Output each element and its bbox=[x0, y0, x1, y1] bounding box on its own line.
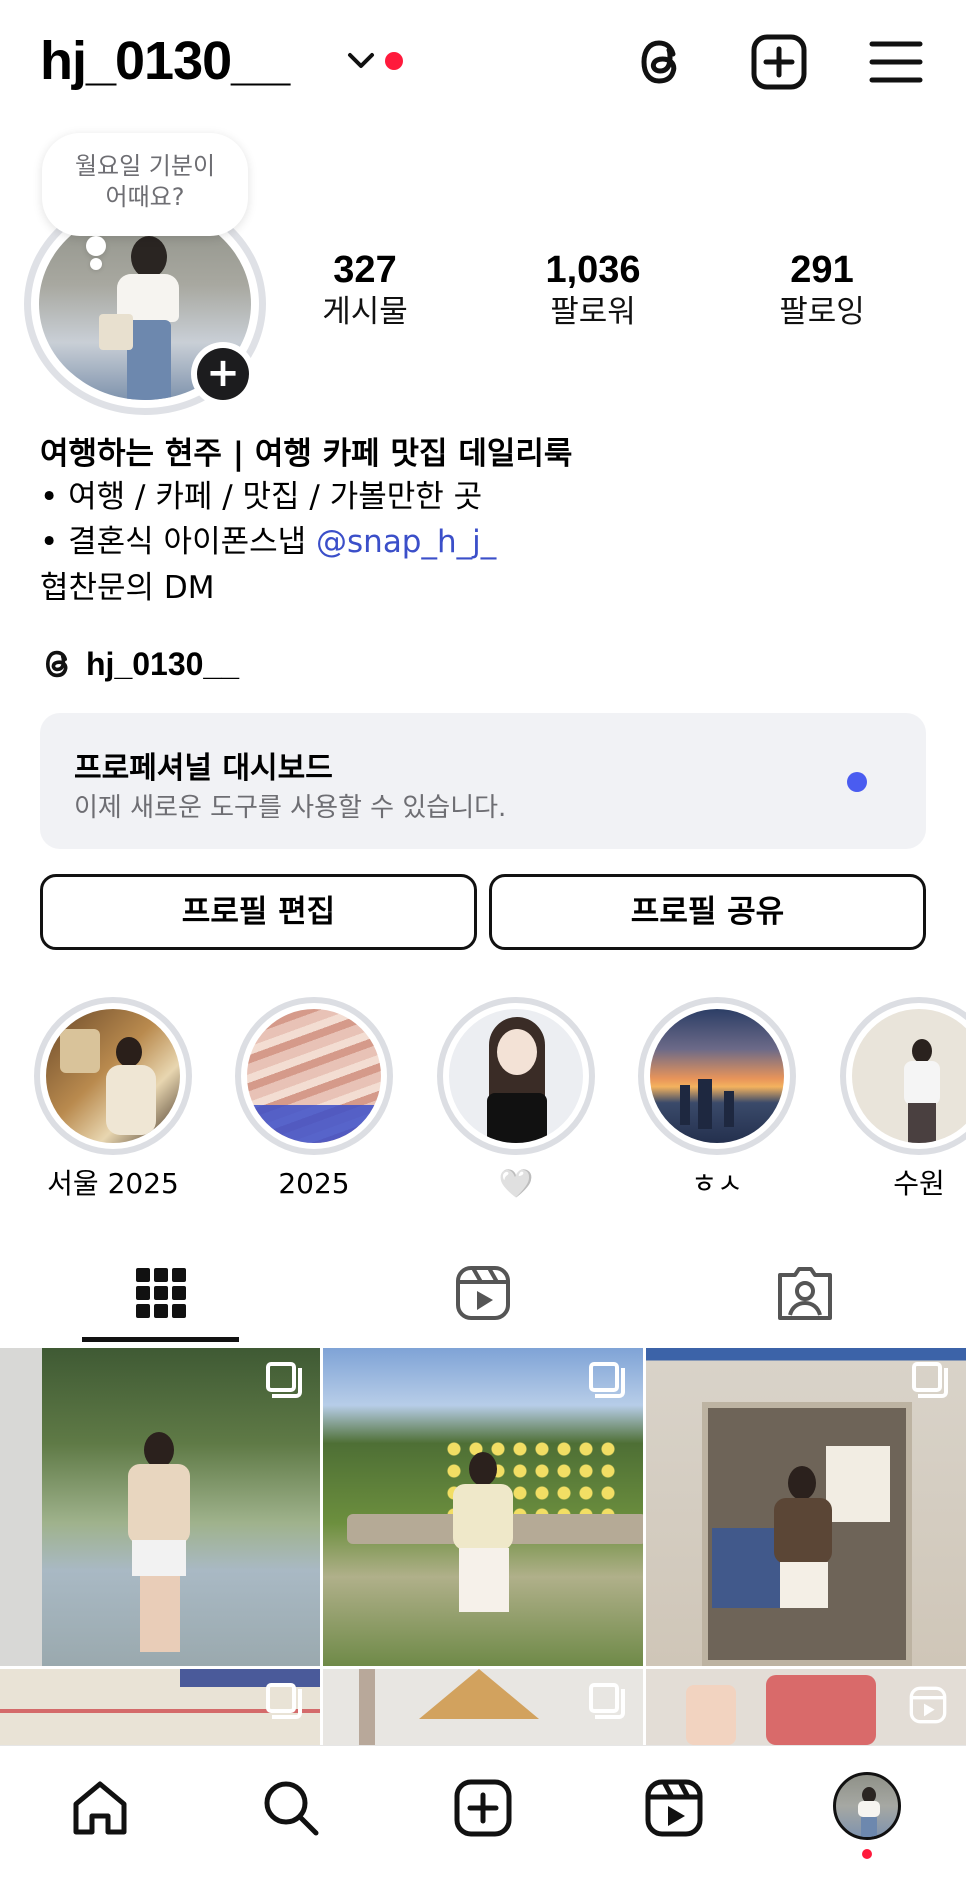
reel-icon bbox=[909, 1686, 947, 1724]
profile-tab-avatar[interactable] bbox=[833, 1772, 901, 1840]
following-count-label: 팔로잉 bbox=[779, 294, 865, 330]
post-thumbnail[interactable] bbox=[323, 1348, 643, 1666]
carousel-icon bbox=[912, 1362, 948, 1398]
create-icon[interactable] bbox=[451, 1776, 515, 1840]
mention-link[interactable]: @snap_h_j_ bbox=[316, 524, 496, 560]
highlight-ring bbox=[840, 997, 966, 1155]
plus-icon: + bbox=[197, 348, 249, 400]
top-header: hj_0130__ bbox=[0, 0, 966, 125]
highlight-item[interactable]: 수원 bbox=[840, 997, 966, 1201]
highlight-ring bbox=[235, 997, 393, 1155]
avatar-figure-head bbox=[131, 236, 167, 278]
following-count-value: 291 bbox=[790, 249, 854, 291]
followers-count[interactable]: 1,036 팔로워 bbox=[493, 248, 693, 332]
bio-line-1: • 여행 / 카페 / 맛집 / 가볼만한 곳 bbox=[40, 479, 483, 515]
bio-line-2-text: • 결혼식 아이폰스냅 bbox=[40, 524, 317, 560]
highlight-cover bbox=[650, 1009, 784, 1143]
followers-count-label: 팔로워 bbox=[550, 294, 636, 330]
dashboard-title: 프로페셔널 대시보드 bbox=[74, 751, 333, 786]
highlight-label: 서울 2025 bbox=[47, 1167, 179, 1200]
carousel-icon bbox=[266, 1362, 302, 1398]
highlight-item[interactable]: ㅎㅅ bbox=[638, 997, 796, 1201]
highlight-cover bbox=[247, 1009, 381, 1143]
note-bubble[interactable]: 월요일 기분이 어때요? bbox=[42, 133, 248, 236]
posts-count-label: 게시물 bbox=[322, 294, 408, 330]
posts-count-value: 327 bbox=[333, 249, 397, 291]
highlight-cover bbox=[852, 1009, 966, 1143]
profile-activity-dot bbox=[862, 1849, 872, 1859]
highlight-ring bbox=[638, 997, 796, 1155]
highlight-item[interactable]: 🤍 bbox=[437, 997, 595, 1201]
highlight-label: 2025 bbox=[278, 1167, 350, 1200]
bottom-navigation bbox=[0, 1745, 966, 1883]
threads-icon[interactable] bbox=[631, 32, 691, 92]
post-thumbnail[interactable] bbox=[0, 1669, 320, 1745]
post-thumbnail[interactable] bbox=[646, 1348, 966, 1666]
highlight-item[interactable]: 2025 bbox=[235, 997, 393, 1201]
home-icon[interactable] bbox=[68, 1776, 132, 1840]
post-thumbnail[interactable] bbox=[646, 1669, 966, 1745]
profile-display-name: 여행하는 현주 | 여행 카페 맛집 데일리룩 bbox=[40, 436, 573, 472]
account-username-switcher[interactable]: hj_0130__ bbox=[40, 30, 290, 92]
followers-count-value: 1,036 bbox=[545, 249, 641, 291]
post-thumbnail[interactable] bbox=[0, 1348, 320, 1666]
highlight-item[interactable]: 서울 2025 bbox=[34, 997, 192, 1201]
following-count[interactable]: 291 팔로잉 bbox=[722, 248, 922, 332]
chevron-down-icon[interactable] bbox=[344, 46, 378, 76]
reels-icon[interactable] bbox=[642, 1776, 706, 1840]
search-icon[interactable] bbox=[259, 1776, 323, 1840]
avatar-figure-jeans bbox=[127, 320, 171, 400]
bio-line-3: 협찬문의 DM bbox=[40, 570, 215, 606]
highlight-label: 수원 bbox=[893, 1167, 945, 1200]
carousel-icon bbox=[266, 1683, 302, 1719]
highlight-ring bbox=[437, 997, 595, 1155]
bio-line-2: • 결혼식 아이폰스냅 @snap_h_j_ bbox=[40, 522, 496, 562]
highlight-label: 🤍 bbox=[498, 1167, 534, 1200]
active-tab-indicator bbox=[82, 1337, 239, 1342]
tagged-tab-icon[interactable] bbox=[775, 1263, 835, 1323]
note-text: 월요일 기분이 어때요? bbox=[74, 152, 216, 211]
dashboard-new-dot bbox=[847, 772, 867, 792]
highlight-cover bbox=[449, 1009, 583, 1143]
highlight-label: ㅎㅅ bbox=[691, 1167, 743, 1200]
posts-count[interactable]: 327 게시물 bbox=[265, 248, 465, 332]
highlight-cover bbox=[46, 1009, 180, 1143]
add-story-button[interactable]: + bbox=[191, 342, 255, 406]
edit-profile-button[interactable]: 프로필 편집 bbox=[40, 874, 477, 950]
threads-icon bbox=[45, 650, 68, 678]
carousel-icon bbox=[589, 1362, 625, 1398]
post-thumbnail[interactable] bbox=[323, 1669, 643, 1745]
share-profile-button[interactable]: 프로필 공유 bbox=[489, 874, 926, 950]
professional-dashboard-card[interactable]: 프로페셔널 대시보드 이제 새로운 도구를 사용할 수 있습니다. bbox=[40, 713, 926, 849]
create-post-icon[interactable] bbox=[749, 32, 809, 92]
note-bubble-tail-small bbox=[90, 258, 102, 270]
dashboard-subtitle: 이제 새로운 도구를 사용할 수 있습니다. bbox=[74, 793, 507, 823]
reels-tab-icon[interactable] bbox=[453, 1263, 513, 1323]
highlight-ring bbox=[34, 997, 192, 1155]
threads-profile-link[interactable]: hj_0130__ bbox=[40, 642, 239, 686]
notification-dot bbox=[385, 52, 403, 70]
avatar-figure-bag bbox=[99, 314, 133, 350]
menu-icon[interactable] bbox=[866, 32, 926, 92]
grid-tab-icon[interactable] bbox=[131, 1263, 191, 1323]
carousel-icon bbox=[589, 1683, 625, 1719]
threads-handle: hj_0130__ bbox=[86, 645, 240, 682]
note-bubble-tail bbox=[86, 236, 106, 256]
